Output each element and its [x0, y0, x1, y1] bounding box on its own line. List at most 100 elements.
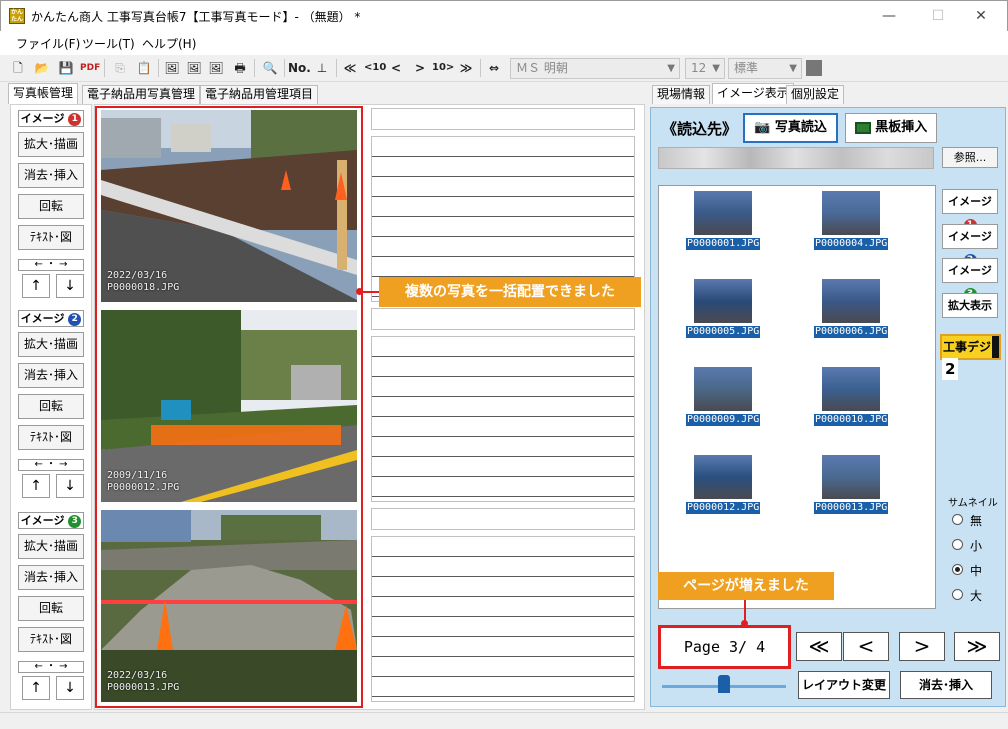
back-10-icon[interactable]: <10: [364, 58, 386, 78]
thumbnail-size-radio[interactable]: [952, 514, 963, 525]
menu-file[interactable]: ファイル(F): [16, 35, 80, 52]
next-page-button[interactable]: >: [899, 632, 945, 661]
note-box-2[interactable]: [371, 336, 635, 502]
layout-change-button[interactable]: レイアウト変更: [798, 671, 890, 699]
callout-multi-photo: 複数の写真を一括配置できました: [379, 277, 641, 307]
next-icon[interactable]: >: [410, 58, 430, 78]
image-1-move-arrows[interactable]: ← ・ →: [18, 259, 84, 271]
note-line: [372, 257, 634, 277]
prev-icon[interactable]: <: [386, 58, 406, 78]
note-header-2[interactable]: [371, 308, 635, 330]
thumbnail-filename[interactable]: P0000012.JPG: [686, 502, 761, 514]
menu-help[interactable]: ヘルプ(H): [142, 35, 196, 52]
image-1-text-figure-button[interactable]: ﾃｷｽﾄ･図: [18, 225, 84, 250]
image-3-rotate-button[interactable]: 回転: [18, 596, 84, 621]
image-3-move-arrows[interactable]: ← ・ →: [18, 661, 84, 673]
print-icon[interactable]: 🖶: [230, 58, 250, 78]
thumbnail-filename[interactable]: P0000001.JPG: [686, 238, 761, 250]
style-select[interactable]: 標準 ▼: [728, 58, 802, 79]
thumbnail-size-radio[interactable]: [952, 564, 963, 575]
forward-10-icon[interactable]: 10>: [432, 58, 454, 78]
image-2-up-button[interactable]: ↑: [22, 474, 50, 498]
number-icon[interactable]: No.: [288, 58, 311, 78]
image-2-rotate-button[interactable]: 回転: [18, 394, 84, 419]
image-3-delete-insert-button[interactable]: 消去･挿入: [18, 565, 84, 590]
thumbnail-filename[interactable]: P0000005.JPG: [686, 326, 761, 338]
delete-insert-button[interactable]: 消去･挿入: [900, 671, 992, 699]
thumbnail-filename[interactable]: P0000009.JPG: [686, 414, 761, 426]
image-1-up-button[interactable]: ↑: [22, 274, 50, 298]
search-icon[interactable]: 🔍: [260, 58, 280, 78]
anchor-icon[interactable]: ⊥: [312, 58, 332, 78]
last-page-icon[interactable]: ≫: [456, 58, 476, 78]
maximize-button[interactable]: ☐: [918, 5, 958, 27]
thumbnail-image[interactable]: [694, 367, 752, 411]
resize-icon[interactable]: ⇔: [484, 58, 504, 78]
image-2-move-arrows[interactable]: ← ・ →: [18, 459, 84, 471]
open-folder-icon[interactable]: 📂: [32, 58, 52, 78]
tab-photo-book[interactable]: 写真帳管理: [8, 83, 79, 104]
image-1-delete-insert-button[interactable]: 消去･挿入: [18, 163, 84, 188]
image-1-zoom-draw-button[interactable]: 拡大･描画: [18, 132, 84, 157]
image-3-up-button[interactable]: ↑: [22, 676, 50, 700]
note-header-1[interactable]: [371, 108, 635, 130]
thumbnail-filename[interactable]: P0000010.JPG: [814, 414, 889, 426]
image-1-rotate-button[interactable]: 回転: [18, 194, 84, 219]
last-page-button[interactable]: ≫: [954, 632, 1000, 661]
close-button[interactable]: ✕: [961, 5, 1001, 27]
image-3-text-figure-button[interactable]: ﾃｷｽﾄ･図: [18, 627, 84, 652]
thumbnail-filename[interactable]: P0000006.JPG: [814, 326, 889, 338]
image-icon[interactable]: 🖼: [206, 58, 226, 78]
image-1-down-button[interactable]: ↓: [56, 274, 84, 298]
image-icon[interactable]: 🖼: [162, 58, 182, 78]
image-3-zoom-draw-button[interactable]: 拡大･描画: [18, 534, 84, 559]
new-file-icon[interactable]: 🗋: [8, 58, 28, 78]
tab-individual-settings[interactable]: 個別設定: [786, 85, 845, 104]
image-1-button[interactable]: イメージ1: [942, 189, 998, 232]
thumbnail-size-radio[interactable]: [952, 589, 963, 600]
color-swatch[interactable]: [806, 60, 822, 76]
image-2-button[interactable]: イメージ2: [942, 224, 998, 267]
font-size-select[interactable]: 12 ▼: [685, 58, 725, 79]
image-2-zoom-draw-button[interactable]: 拡大･描画: [18, 332, 84, 357]
thumbnail-filename[interactable]: P0000013.JPG: [814, 502, 889, 514]
first-page-button[interactable]: ≪: [796, 632, 842, 661]
thumbnail-image[interactable]: [694, 455, 752, 499]
minimize-button[interactable]: —: [869, 5, 909, 27]
tab-image-view[interactable]: イメージ表示: [712, 83, 794, 104]
load-path-field[interactable]: [658, 147, 934, 169]
copy-icon[interactable]: ⎘: [110, 58, 130, 78]
thumbnail-image[interactable]: [822, 367, 880, 411]
tab-site-info[interactable]: 現場情報: [652, 85, 711, 104]
note-box-3[interactable]: [371, 536, 635, 702]
font-name-select[interactable]: ＭＳ 明朝 ▼: [510, 58, 680, 79]
thumbnail-filename[interactable]: P0000004.JPG: [814, 238, 889, 250]
image-3-down-button[interactable]: ↓: [56, 676, 84, 700]
image-2-down-button[interactable]: ↓: [56, 474, 84, 498]
load-photo-button[interactable]: 📷 写真読込: [743, 113, 838, 143]
note-header-3[interactable]: [371, 508, 635, 530]
tab-electronic-items[interactable]: 電子納品用管理項目: [200, 85, 319, 104]
prev-page-button[interactable]: <: [843, 632, 889, 661]
image-2-delete-insert-button[interactable]: 消去･挿入: [18, 363, 84, 388]
image-3-button[interactable]: イメージ3: [942, 258, 998, 301]
thumbnail-size-radio[interactable]: [952, 539, 963, 550]
first-page-icon[interactable]: ≪: [340, 58, 360, 78]
save-icon[interactable]: 💾: [56, 58, 76, 78]
thumbnail-image[interactable]: [822, 455, 880, 499]
thumbnail-image[interactable]: [694, 279, 752, 323]
thumbnail-image[interactable]: [822, 279, 880, 323]
koji-digi-badge[interactable]: 工事デジ2: [940, 334, 1001, 380]
insert-board-button[interactable]: 黒板挿入: [845, 113, 937, 143]
menu-tools[interactable]: ツール(T): [82, 35, 135, 52]
thumbnail-image[interactable]: [822, 191, 880, 235]
tab-electronic-photo[interactable]: 電子納品用写真管理: [82, 85, 201, 104]
browse-button[interactable]: 参照...: [942, 147, 998, 168]
image-2-text-figure-button[interactable]: ﾃｷｽﾄ･図: [18, 425, 84, 450]
zoom-view-button[interactable]: 拡大表示: [942, 293, 998, 318]
pdf-icon[interactable]: PDF: [80, 58, 100, 78]
paste-icon[interactable]: 📋: [134, 58, 154, 78]
image-icon[interactable]: 🖼: [184, 58, 204, 78]
thumbnail-image[interactable]: [694, 191, 752, 235]
zoom-slider-thumb[interactable]: [718, 675, 730, 693]
